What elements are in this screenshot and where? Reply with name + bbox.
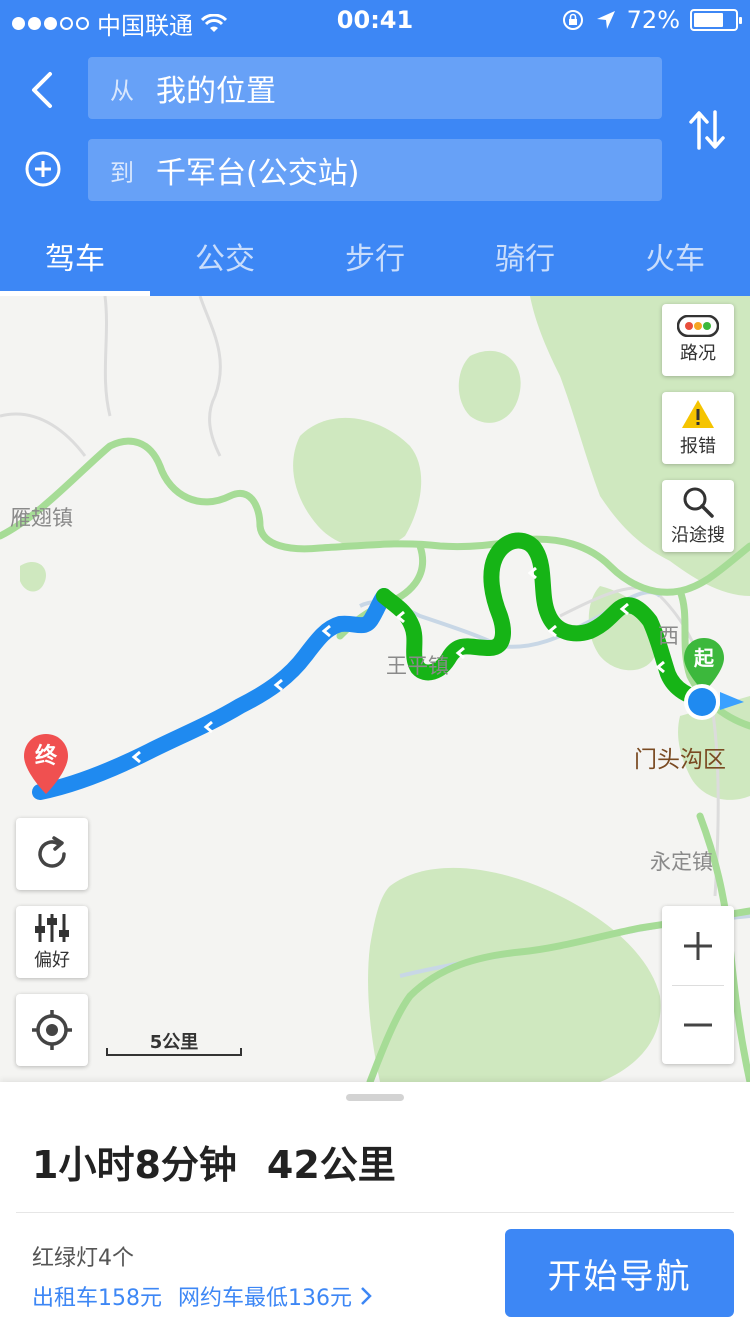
battery-icon <box>690 9 742 31</box>
route-duration: 1小时8分钟 <box>32 1143 237 1187</box>
place-label-yanchi: 雁翅镇 <box>10 506 73 530</box>
route-header: 中国联通 00:41 72% 从 我的位置 到 千军台(公交站) 驾车 公交 步… <box>0 0 750 296</box>
destination-input[interactable]: 到 千军台(公交站) <box>88 139 662 201</box>
tab-train[interactable]: 火车 <box>600 228 750 296</box>
report-error-button[interactable]: 报错 <box>662 392 734 464</box>
current-location-icon <box>684 684 744 720</box>
route-congestion-free <box>32 588 392 800</box>
start-marker-label: 起 <box>694 646 714 670</box>
traffic-lights-count: 红绿灯4个 <box>32 1246 134 1271</box>
status-bar: 中国联通 00:41 72% <box>0 0 750 40</box>
route-summary: 1小时8分钟 42公里 <box>32 1134 396 1189</box>
zoom-controls <box>662 906 734 1064</box>
back-button[interactable] <box>22 66 62 114</box>
chevron-left-icon <box>32 72 52 108</box>
crosshair-icon <box>32 1010 72 1050</box>
traffic-label: 路况 <box>680 343 716 364</box>
start-navigation-button[interactable]: 开始导航 <box>505 1229 734 1317</box>
minus-icon <box>684 1023 712 1026</box>
zoom-out-button[interactable] <box>662 985 734 1064</box>
origin-value: 我的位置 <box>156 74 276 109</box>
zoom-in-button[interactable] <box>662 906 734 985</box>
chevron-right-icon <box>361 1287 372 1305</box>
place-label-wangping: 王平镇 <box>386 654 449 678</box>
end-marker[interactable]: 终 <box>22 732 70 798</box>
battery-percent: 72% <box>626 6 680 34</box>
search-along-label: 沿途搜 <box>671 525 725 546</box>
plus-circle-icon <box>25 151 61 187</box>
battery-fill <box>694 13 723 27</box>
origin-input[interactable]: 从 我的位置 <box>88 57 662 119</box>
zoom-divider <box>672 985 724 986</box>
place-label-xi: 西 <box>658 624 679 648</box>
report-label: 报错 <box>680 436 716 457</box>
refresh-route-button[interactable] <box>16 818 88 890</box>
traffic-light-icon <box>677 315 719 337</box>
map-view[interactable]: 雁翅镇 王平镇 西 门头沟区 永定镇 终 起 路况 报错 沿途搜 偏好 5公里 <box>0 296 750 1082</box>
refresh-icon <box>38 836 66 868</box>
sliders-icon <box>35 914 69 942</box>
place-label-yongding: 永定镇 <box>650 850 713 874</box>
add-waypoint-button[interactable] <box>24 150 62 188</box>
summary-divider <box>16 1212 734 1213</box>
rotation-lock-icon <box>562 10 583 30</box>
warning-icon <box>682 400 714 428</box>
route-summary-sheet: 1小时8分钟 42公里 红绿灯4个 出租车158元 网约车最低136元 开始导航 <box>0 1082 750 1334</box>
transport-mode-tabs: 驾车 公交 步行 骑行 火车 <box>0 228 750 296</box>
destination-prefix: 到 <box>110 158 134 187</box>
preference-label: 偏好 <box>34 950 70 971</box>
swap-route-button[interactable] <box>688 108 726 152</box>
swap-icon <box>689 110 725 150</box>
route-distance: 42公里 <box>266 1143 396 1187</box>
search-along-route-button[interactable]: 沿途搜 <box>662 480 734 552</box>
end-marker-label: 终 <box>34 744 57 769</box>
greenland-areas <box>20 296 750 1082</box>
map-canvas <box>0 296 750 1082</box>
route-preference-button[interactable]: 偏好 <box>16 906 88 978</box>
tab-bike[interactable]: 骑行 <box>450 228 600 296</box>
search-icon <box>683 487 714 518</box>
tab-bus[interactable]: 公交 <box>150 228 300 296</box>
ride-hailing-fare: 网约车最低136元 <box>178 1286 352 1311</box>
tab-drive[interactable]: 驾车 <box>0 228 150 296</box>
fare-estimates[interactable]: 出租车158元 网约车最低136元 <box>32 1280 372 1312</box>
destination-value: 千军台(公交站) <box>156 156 360 191</box>
map-scale: 5公里 <box>106 1024 242 1064</box>
origin-prefix: 从 <box>110 76 134 105</box>
plus-icon <box>684 931 712 960</box>
location-arrow-icon <box>596 11 615 29</box>
traffic-toggle-button[interactable]: 路况 <box>662 304 734 376</box>
scale-bar <box>106 1048 242 1056</box>
drag-handle[interactable] <box>346 1094 404 1101</box>
place-label-mentougou: 门头沟区 <box>634 747 726 773</box>
tab-walk[interactable]: 步行 <box>300 228 450 296</box>
taxi-fare: 出租车158元 <box>32 1286 162 1311</box>
locate-me-button[interactable] <box>16 994 88 1066</box>
